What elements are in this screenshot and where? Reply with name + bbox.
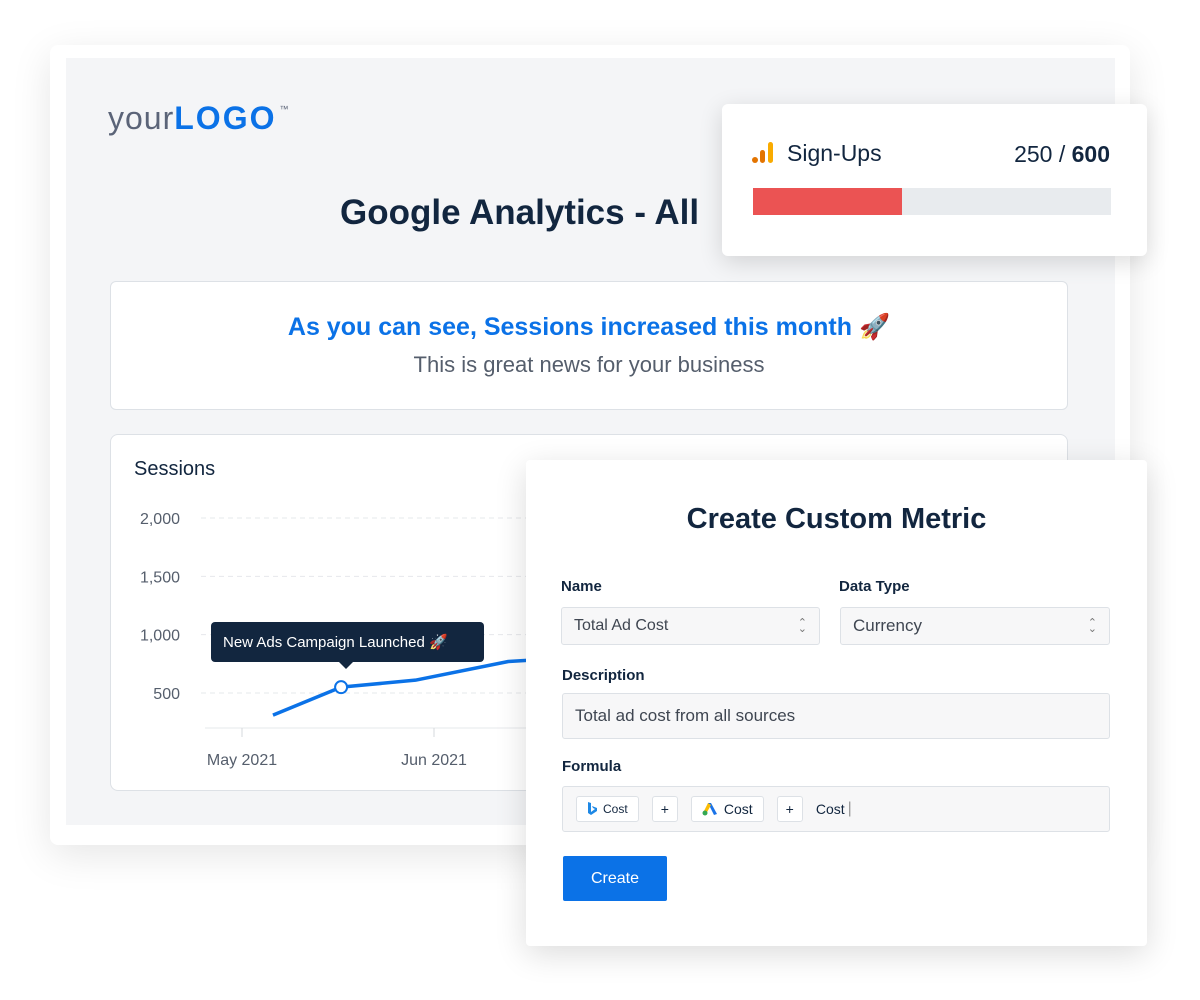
signups-progress-bar bbox=[753, 188, 1111, 215]
google-ads-cost-chip[interactable]: Cost bbox=[690, 796, 764, 822]
data-type-select[interactable]: Currency ⌃ ⌄ bbox=[840, 607, 1110, 645]
annotation-tooltip: New Ads Campaign Launched 🚀 bbox=[211, 622, 484, 669]
formula-label: Formula bbox=[562, 758, 622, 775]
formula-input[interactable]: Cost + Cost + Cost | bbox=[562, 786, 1110, 832]
signups-progress-fill bbox=[753, 188, 903, 215]
data-type-value: Currency bbox=[853, 616, 922, 635]
description-input[interactable]: Total ad cost from all sources bbox=[562, 693, 1110, 739]
message-headline: As you can see, Sessions increased this … bbox=[287, 313, 891, 341]
bing-cost-chip[interactable]: Cost bbox=[576, 796, 639, 822]
signups-goal: 600 bbox=[1071, 141, 1110, 167]
y-tick-label: 500 bbox=[153, 686, 180, 703]
logo-text: your bbox=[108, 100, 175, 136]
trademark: ™ bbox=[279, 104, 290, 114]
message-subtext: This is great news for your business bbox=[413, 352, 765, 377]
message-box: As you can see, Sessions increased this … bbox=[110, 281, 1068, 410]
chip-label: Cost bbox=[603, 802, 628, 816]
y-tick-label: 1,000 bbox=[140, 628, 180, 645]
create-button[interactable]: Create bbox=[563, 856, 667, 901]
signups-value: 250 / 600 bbox=[1014, 141, 1110, 168]
report-title: Google Analytics - All bbox=[340, 193, 700, 232]
analytics-icon bbox=[752, 142, 773, 163]
description-value: Total ad cost from all sources bbox=[575, 706, 796, 725]
name-value: Total Ad Cost bbox=[574, 617, 669, 634]
name-label: Name bbox=[561, 578, 602, 595]
formula-text: Cost bbox=[815, 801, 845, 817]
logo-text-bold: LOGO bbox=[174, 100, 277, 136]
updown-chevron-icon: ⌃ ⌄ bbox=[1087, 617, 1097, 635]
create-custom-metric-dialog: Create Custom Metric Name Total Ad Cost ⌃… bbox=[526, 460, 1147, 946]
y-tick-label: 2,000 bbox=[140, 511, 180, 528]
data-type-label: Data Type bbox=[839, 578, 910, 595]
x-tick-label: Jun 2021 bbox=[401, 752, 467, 769]
chip-label: Cost bbox=[723, 801, 753, 817]
bing-icon bbox=[588, 802, 597, 815]
plus-operator[interactable]: + bbox=[776, 796, 803, 822]
updown-chevron-icon: ⌃ ⌄ bbox=[797, 617, 807, 635]
dialog-title: Create Custom Metric bbox=[686, 503, 987, 535]
x-tick-label: May 2021 bbox=[207, 752, 277, 769]
logo: yourLOGO ™ bbox=[108, 100, 289, 137]
annotation-marker bbox=[334, 680, 349, 695]
signups-current: 250 bbox=[1014, 141, 1053, 167]
plus-operator[interactable]: + bbox=[651, 796, 678, 822]
signups-separator: / bbox=[1052, 141, 1072, 167]
name-select[interactable]: Total Ad Cost ⌃ ⌄ bbox=[561, 607, 820, 645]
text-cursor: | bbox=[847, 800, 852, 817]
signups-label: Sign-Ups bbox=[787, 140, 882, 166]
google-ads-icon bbox=[702, 803, 717, 816]
y-tick-label: 1,500 bbox=[140, 569, 180, 586]
description-label: Description bbox=[562, 667, 645, 684]
signups-card: Sign-Ups 250 / 600 bbox=[722, 104, 1147, 256]
